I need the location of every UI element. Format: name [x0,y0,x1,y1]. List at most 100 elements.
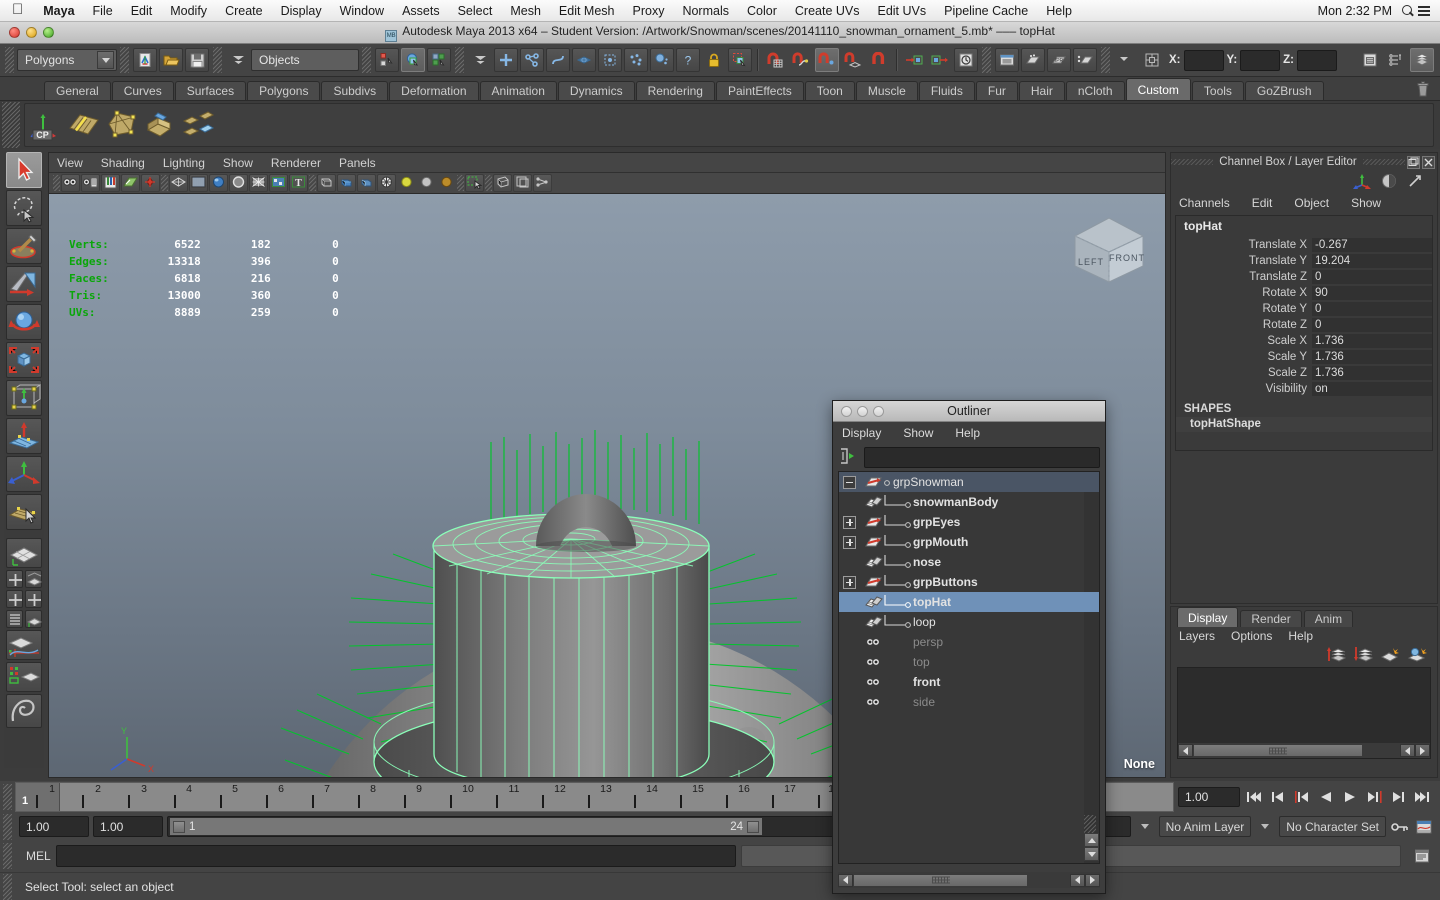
move-axis-icon[interactable] [1353,173,1371,192]
step-back-frame-icon[interactable] [1268,787,1288,807]
tab-display[interactable]: Display [1177,607,1239,627]
flat-shade-icon[interactable] [229,174,248,192]
arrow-icon[interactable] [1407,173,1423,192]
outliner-item-front[interactable]: front [839,672,1099,692]
os-menu-pipeline-cache[interactable]: Pipeline Cache [935,4,1037,18]
split-polygon-icon[interactable] [105,108,139,142]
outliner-filter-icon[interactable] [838,447,858,467]
attr-value-scale-x[interactable]: 1.736 [1312,333,1432,349]
channel-row-scale-z[interactable]: Scale Z 1.736 [1176,365,1432,381]
viewport-menu-view[interactable]: View [57,156,83,170]
os-menu-maya[interactable]: Maya [34,4,83,18]
shelf-tab-animation[interactable]: Animation [479,81,557,100]
snap-to-view-plane-icon[interactable] [867,48,891,72]
irr-render-icon[interactable] [1021,48,1045,72]
channel-row-visibility[interactable]: Visibility on [1176,381,1432,397]
paint-select-tool-button[interactable] [6,228,42,264]
layer-scroll-next-button[interactable] [1415,744,1430,757]
step-back-key-icon[interactable] [1292,787,1312,807]
text-display-icon[interactable]: T [289,174,308,192]
tab-anim[interactable]: Anim [1303,610,1354,627]
x-input[interactable] [1183,49,1224,71]
outliner-item-grpeyes[interactable]: grpEyes [839,508,1099,532]
os-menu-color[interactable]: Color [738,4,786,18]
render-current-frame-icon[interactable] [995,48,1019,72]
vp-grip-2[interactable] [161,175,168,191]
select-camera-icon[interactable] [61,174,80,192]
channel-row-scale-y[interactable]: Scale Y 1.736 [1176,349,1432,365]
current-time-field[interactable]: 1.00 [1178,787,1240,807]
restore-icon[interactable] [1407,155,1421,169]
layer-menu-help[interactable]: Help [1288,629,1313,643]
apple-icon[interactable]:  [0,2,34,17]
select-handle-button[interactable] [494,48,518,72]
shelf-tab-surfaces[interactable]: Surfaces [174,81,247,100]
grip-2[interactable] [120,47,129,73]
layout-preset-3-button[interactable] [6,590,23,608]
outliner-scroll-down-arrow[interactable] [1084,847,1099,861]
lasso-select-tool-button[interactable] [6,190,42,226]
half-circle-icon[interactable] [1381,173,1397,192]
channel-row-translate-z[interactable]: Translate Z 0 [1176,269,1432,285]
character-set-selector[interactable]: No Character Set [1279,816,1386,837]
shelf-tab-toon[interactable]: Toon [804,81,855,100]
shelf-tab-ncloth[interactable]: nCloth [1065,81,1125,100]
play-forwards-icon[interactable] [1340,787,1360,807]
shelf-tab-deformation[interactable]: Deformation [389,81,479,100]
auto-keyframe-icon[interactable] [1414,817,1434,837]
outliner-hscroll-left-button[interactable] [838,873,853,887]
cp-center-pivot-icon[interactable]: CP [29,108,63,142]
select-curves-button[interactable] [546,48,570,72]
select-deformations-button[interactable] [598,48,622,72]
channel-row-rotate-x[interactable]: Rotate X 90 [1176,285,1432,301]
grip-6[interactable] [982,47,991,73]
ipr-render-icon[interactable]: IPR [1047,48,1071,72]
animation-start-field[interactable]: 1.00 [93,816,163,837]
selection-mask-field[interactable]: Objects [251,49,359,71]
construction-history-icon[interactable] [954,48,978,72]
attr-value-rotate-x[interactable]: 90 [1312,285,1432,301]
shelf-tab-curves[interactable]: Curves [111,81,174,100]
channel-row-translate-x[interactable]: Translate X -0.267 [1176,237,1432,253]
layer-scroll-prev-button[interactable] [1400,744,1415,757]
show-hide-tool-settings-icon[interactable] [1384,48,1408,72]
os-menu-proxy[interactable]: Proxy [624,4,674,18]
attr-value-translate-y[interactable]: 19.204 [1312,253,1432,269]
vp-grip-1[interactable] [53,175,60,191]
outliner-hscroll-thumb[interactable] [853,873,1028,887]
component-mask-menu[interactable] [468,48,492,72]
channel-row-rotate-y[interactable]: Rotate Y 0 [1176,301,1432,317]
attr-value-scale-y[interactable]: 1.736 [1312,349,1432,365]
shelf-tab-custom[interactable]: Custom [1125,78,1191,100]
anim-layer-selector[interactable]: No Anim Layer [1158,816,1252,837]
viewport-menu-show[interactable]: Show [223,156,253,170]
shelf-tab-painteffects[interactable]: PaintEffects [715,81,804,100]
outliner-item-grpbuttons[interactable]: grpButtons [839,568,1099,592]
os-menu-help[interactable]: Help [1037,4,1081,18]
range-chevron-down-icon[interactable] [1135,817,1155,837]
menu-set-selector[interactable]: Polygons [17,49,117,71]
help-line-grip[interactable] [3,873,12,900]
viewport-menu-renderer[interactable]: Renderer [271,156,321,170]
lock-icon[interactable] [702,48,726,72]
expander-plus-icon[interactable] [843,515,856,529]
viewport-menu-shading[interactable]: Shading [101,156,145,170]
select-tool-button[interactable] [6,152,42,188]
xray-icon[interactable] [317,174,336,192]
texture-icon[interactable] [269,174,288,192]
range-start-field[interactable]: 1.00 [19,816,89,837]
expander-minus-icon[interactable] [843,475,856,489]
os-menu-edit-uvs[interactable]: Edit UVs [868,4,935,18]
shelf-tab-general[interactable]: General [44,81,111,100]
channel-box-menu-edit[interactable]: Edit [1252,196,1273,210]
rotate-tool-button[interactable] [6,304,42,340]
os-menu-display[interactable]: Display [272,4,331,18]
shelf-grip[interactable] [2,102,20,148]
y-input[interactable] [1240,49,1281,71]
outliner-hscroll-next-button[interactable] [1085,873,1100,887]
layer-list[interactable] [1177,667,1431,759]
layer-menu-layers[interactable]: Layers [1179,629,1215,643]
grip-7[interactable] [1101,47,1110,73]
grip-4[interactable] [362,47,371,73]
occlusion-icon[interactable] [377,174,396,192]
